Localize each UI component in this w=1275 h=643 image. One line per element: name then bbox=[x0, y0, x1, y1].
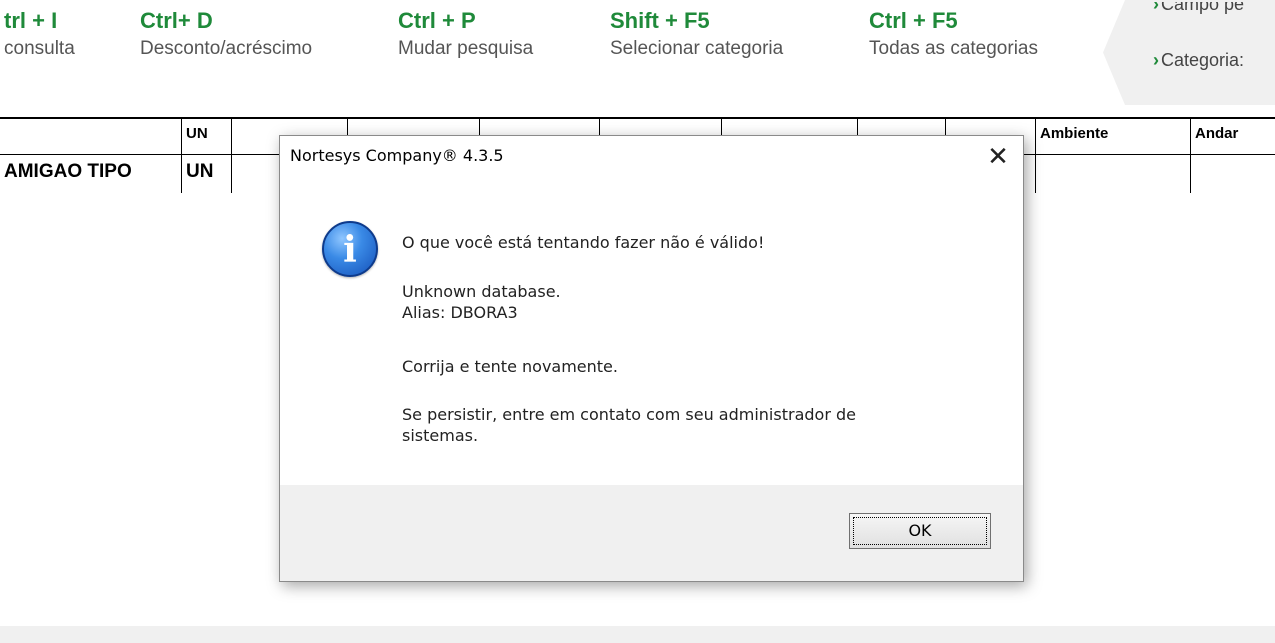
shortcut-mudar-pesquisa[interactable]: Ctrl + P Mudar pesquisa bbox=[398, 8, 533, 62]
side-item-campo[interactable]: › Campo pe bbox=[1153, 0, 1245, 15]
chevron-right-icon: › bbox=[1153, 50, 1159, 70]
message-line-3: Alias: DBORA3 bbox=[402, 303, 518, 322]
cell-un[interactable]: UN bbox=[182, 155, 232, 193]
shortcut-desc: Todas as categorias bbox=[869, 38, 1038, 59]
ok-button[interactable]: OK bbox=[849, 513, 991, 549]
side-item-label: Campo pe bbox=[1161, 0, 1245, 14]
close-icon[interactable]: ✕ bbox=[981, 140, 1015, 174]
cell-descricao[interactable]: AMIGAO TIPO bbox=[0, 155, 182, 193]
header-descricao[interactable] bbox=[0, 119, 182, 156]
message-line-1: O que você está tentando fazer não é vál… bbox=[402, 233, 765, 252]
message-line-2: Unknown database. bbox=[402, 282, 561, 301]
chevron-right-icon: › bbox=[1153, 0, 1159, 14]
shortcut-desc: Mudar pesquisa bbox=[398, 38, 534, 59]
shortcut-key: Ctrl+ D bbox=[140, 8, 213, 33]
shortcut-desc: consulta bbox=[4, 38, 75, 59]
header-un[interactable]: UN bbox=[182, 119, 232, 156]
error-dialog: Nortesys Company® 4.3.5 ✕ i O que você e… bbox=[279, 135, 1024, 582]
message-line-4: Corrija e tente novamente. bbox=[402, 357, 618, 376]
shortcut-consulta[interactable]: trl + I consulta bbox=[4, 8, 75, 62]
message-line-6: sistemas. bbox=[402, 426, 479, 445]
status-strip bbox=[0, 626, 1275, 643]
shortcut-key: trl + I bbox=[4, 8, 58, 33]
message-line-5: Se persistir, entre em contato com seu a… bbox=[402, 405, 856, 424]
header-ambiente[interactable]: Ambiente bbox=[1036, 119, 1191, 156]
info-icon: i bbox=[322, 221, 378, 277]
shortcut-selecionar-categoria[interactable]: Shift + F5 Selecionar categoria bbox=[610, 8, 783, 62]
shortcut-desc: Desconto/acréscimo bbox=[140, 38, 313, 59]
shortcut-key: Ctrl + F5 bbox=[869, 8, 958, 33]
shortcut-desc: Selecionar categoria bbox=[610, 38, 784, 59]
header-andar[interactable]: Andar bbox=[1191, 119, 1275, 156]
shortcut-desconto[interactable]: Ctrl+ D Desconto/acréscimo bbox=[140, 8, 312, 62]
shortcut-todas-categorias[interactable]: Ctrl + F5 Todas as categorias bbox=[869, 8, 1038, 62]
dialog-footer: OK bbox=[280, 485, 1023, 581]
shortcut-key: Shift + F5 bbox=[610, 8, 710, 33]
side-item-label: Categoria: bbox=[1161, 50, 1245, 70]
cell-andar[interactable] bbox=[1191, 155, 1275, 193]
side-item-categoria[interactable]: › Categoria: bbox=[1153, 50, 1244, 71]
shortcut-key: Ctrl + P bbox=[398, 8, 476, 33]
dialog-title: Nortesys Company® 4.3.5 bbox=[290, 146, 504, 165]
cell-ambiente[interactable] bbox=[1036, 155, 1191, 193]
